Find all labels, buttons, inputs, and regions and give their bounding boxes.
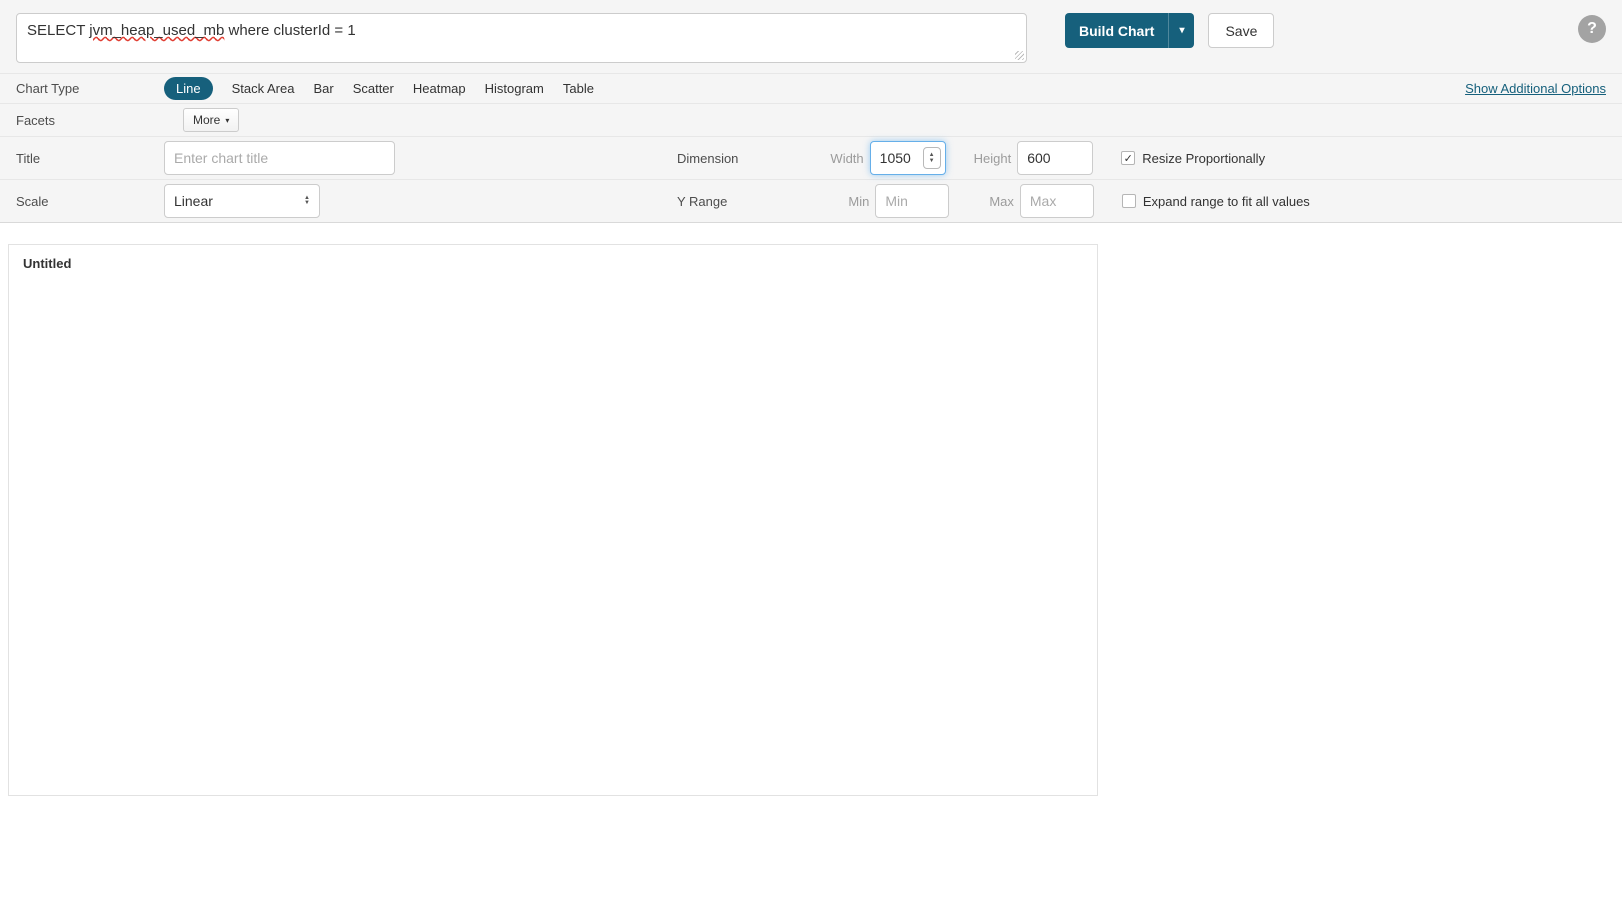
scale-label: Scale [16,194,164,209]
title-label: Title [16,151,164,166]
chart-preview-card: Untitled [8,244,1098,796]
max-label: Max [989,194,1014,209]
chart-type-option-stack-area[interactable]: Stack Area [232,81,295,96]
expand-range-checkbox[interactable] [1122,194,1136,208]
height-label: Height [974,151,1012,166]
chart-svg [23,275,1083,780]
more-label: More [193,113,220,127]
stepper-down-icon: ▼ [929,158,935,164]
caret-down-icon: ▾ [225,116,229,125]
build-chart-dropdown-caret[interactable]: ▾ [1168,13,1194,48]
query-metric-token: jvm_heap_used_mb [89,22,224,39]
more-facets-button[interactable]: More ▾ [183,108,239,132]
chart-type-row: Chart Type Line Stack Area Bar Scatter Heatm… [0,73,1622,103]
scale-select[interactable]: Linear ▲▼ [164,184,320,218]
chart-type-option-line[interactable]: Line [164,77,213,100]
chart-type-option-heatmap[interactable]: Heatmap [413,81,466,96]
title-dimension-row: Title Dimension Width ▲▼ Height ✓ Resize… [0,136,1622,179]
chart-type-option-bar[interactable]: Bar [313,81,333,96]
query-text-pre: SELECT [27,22,89,39]
chart-preview-title: Untitled [23,256,1083,271]
chart-builder-toolbar: SELECT jvm_heap_used_mb where clusterId … [0,0,1622,223]
dimension-label: Dimension [677,151,738,166]
show-additional-options-link[interactable]: Show Additional Options [1465,81,1606,96]
width-label: Width [830,151,863,166]
scale-yrange-row: Scale Linear ▲▼ Y Range Min Max Expand r… [0,179,1622,222]
query-text-post: where clusterId = 1 [224,22,355,39]
width-stepper[interactable]: ▲▼ [923,147,941,169]
expand-range-label: Expand range to fit all values [1143,194,1310,209]
chart-title-input[interactable] [164,141,395,175]
chart-type-option-scatter[interactable]: Scatter [353,81,394,96]
facets-row: Facets More ▾ [0,103,1622,136]
build-chart-button[interactable]: Build Chart [1065,13,1168,48]
chart-type-option-histogram[interactable]: Histogram [485,81,544,96]
chart-type-label: Chart Type [16,81,164,96]
height-input [1017,141,1093,175]
save-button[interactable]: Save [1208,13,1274,48]
yrange-min-input[interactable] [875,184,949,218]
help-icon[interactable]: ? [1578,15,1606,43]
min-label: Min [848,194,869,209]
yrange-max-input[interactable] [1020,184,1094,218]
chart-type-option-table[interactable]: Table [563,81,594,96]
facets-label: Facets [16,113,164,128]
yrange-label: Y Range [677,194,727,209]
caret-down-icon: ▾ [1179,25,1184,36]
scale-select-value: Linear [174,193,213,209]
resize-proportionally-checkbox[interactable]: ✓ [1121,151,1135,165]
resize-proportionally-label: Resize Proportionally [1142,151,1265,166]
tsquery-input[interactable]: SELECT jvm_heap_used_mb where clusterId … [16,13,1027,63]
select-updown-icon: ▲▼ [304,196,310,206]
